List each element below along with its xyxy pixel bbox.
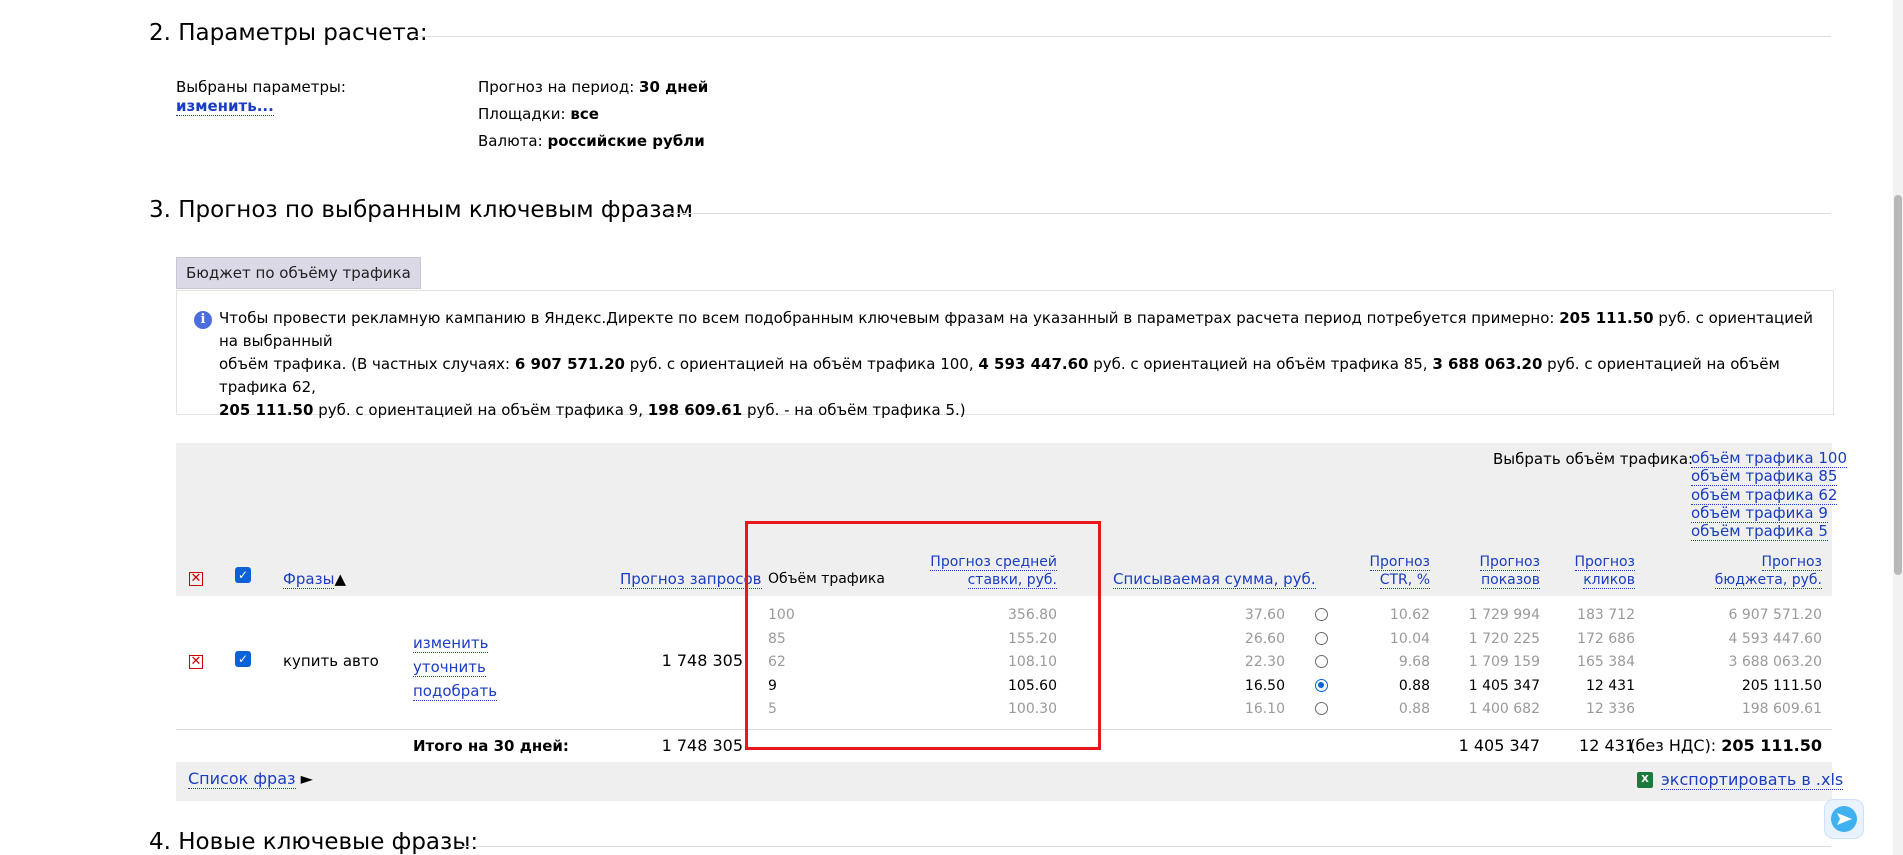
level-charged: 26.60 (1244, 630, 1285, 647)
level-budget: 205 111.50 (1741, 677, 1822, 694)
phrase-list-link[interactable]: Список фраз (188, 769, 296, 789)
level-shows: 1 709 159 (1468, 654, 1540, 671)
phrase-text: купить авто (283, 652, 379, 670)
chat-send-icon (1831, 806, 1857, 832)
phrase-requests: 1 748 305 (661, 651, 743, 670)
section-2-divider (414, 36, 1831, 37)
level-radio[interactable] (1315, 631, 1328, 645)
level-charged: 16.50 (1244, 677, 1285, 694)
delete-phrase-icon[interactable]: ✕ (189, 655, 203, 669)
traffic-option-100[interactable]: объём трафика 100 (1691, 449, 1848, 468)
section-2-title: 2. Параметры расчета: (149, 20, 428, 46)
info-text: Чтобы провести рекламную кампанию в Янде… (219, 309, 1813, 419)
phrase-refine-link[interactable]: уточнить (413, 658, 486, 677)
level-ctr: 9.68 (1398, 654, 1430, 671)
level-radio[interactable] (1315, 608, 1328, 621)
level-ctr: 0.88 (1398, 677, 1430, 694)
level-charged: 22.30 (1244, 654, 1285, 671)
param-period-label: Прогноз на период: (478, 78, 635, 96)
traffic-select-label: Выбрать объём трафика: (1493, 450, 1694, 468)
total-shows: 1 405 347 (1458, 736, 1540, 755)
expand-arrow-icon: ► (300, 769, 313, 788)
traffic-option-85[interactable]: объём трафика 85 (1691, 467, 1838, 487)
header-charged[interactable]: Списываемая сумма, руб. (1113, 570, 1316, 589)
phrase-actions: изменить уточнить подобрать (413, 631, 498, 703)
select-all-checkbox[interactable]: ✓ (235, 567, 251, 583)
level-clicks: 172 686 (1577, 630, 1635, 647)
total-requests: 1 748 305 (661, 736, 743, 755)
level-ctr: 10.62 (1389, 607, 1430, 623)
section-3-title: 3. Прогноз по выбранным ключевым фразам (149, 197, 693, 223)
info-icon: i (194, 311, 212, 329)
level-budget: 6 907 571.20 (1728, 607, 1822, 623)
param-platforms-label: Площадки: (478, 105, 566, 123)
section-3-divider (664, 213, 1831, 214)
traffic-highlight-box (745, 521, 1101, 750)
level-shows: 1 720 225 (1468, 630, 1540, 647)
level-clicks: 165 384 (1577, 654, 1635, 671)
level-shows: 1 729 994 (1468, 607, 1540, 623)
header-requests[interactable]: Прогноз запросов (620, 570, 762, 589)
traffic-option-62[interactable]: объём трафика 62 (1691, 485, 1838, 505)
header-clicks[interactable]: Прогноз кликов (1535, 553, 1635, 589)
param-period-value: 30 дней (639, 78, 709, 96)
level-budget: 3 688 063.20 (1728, 654, 1822, 671)
param-currency-value: российские рубли (547, 132, 705, 150)
tab-budget-by-traffic[interactable]: Бюджет по объёму трафика (176, 257, 421, 289)
section-4-title: 4. Новые ключевые фразы: (149, 829, 479, 855)
phrase-edit-link[interactable]: изменить (413, 634, 489, 653)
export-xls-link[interactable]: экспортировать в .xls (1661, 770, 1844, 790)
chat-assistant-button[interactable] (1824, 799, 1864, 839)
delete-all-icon[interactable]: ✕ (189, 572, 203, 586)
header-budget[interactable]: Прогноз бюджета, руб. (1660, 553, 1822, 589)
phrase-pick-link[interactable]: подобрать (413, 682, 498, 701)
phrase-list-toggle[interactable]: Список фраз ► (188, 769, 313, 789)
header-phrases[interactable]: Фразы▲ (283, 570, 346, 589)
level-budget: 4 593 447.60 (1728, 630, 1822, 647)
param-period: Прогноз на период: 30 дней (478, 78, 708, 96)
selected-params-label: Выбраны параметры: (176, 78, 346, 96)
level-clicks: 12 431 (1586, 677, 1635, 694)
level-clicks: 12 336 (1586, 701, 1635, 718)
level-ctr: 0.88 (1398, 701, 1430, 718)
param-currency: Валюта: российские рубли (478, 132, 705, 150)
level-shows: 1 405 347 (1468, 677, 1540, 694)
scrollbar-thumb[interactable] (1894, 195, 1902, 575)
excel-icon: X (1637, 772, 1653, 788)
header-shows[interactable]: Прогноз показов (1440, 553, 1540, 589)
level-ctr: 10.04 (1389, 630, 1430, 647)
level-radio[interactable] (1315, 678, 1328, 692)
level-clicks: 183 712 (1577, 607, 1635, 623)
level-budget: 198 609.61 (1741, 701, 1822, 718)
page-scrollbar[interactable] (1893, 0, 1903, 855)
sort-phrases-link[interactable]: Фразы (283, 570, 335, 589)
total-label: Итого на 30 дней: (413, 737, 569, 755)
level-charged: 37.60 (1244, 607, 1285, 623)
level-shows: 1 400 682 (1468, 701, 1540, 718)
section-4-divider (458, 846, 1831, 847)
param-platforms-value: все (570, 105, 599, 123)
phrase-checkbox[interactable]: ✓ (235, 651, 251, 667)
traffic-select-options: объём трафика 100 объём трафика 85 объём… (1691, 449, 1848, 542)
traffic-option-9[interactable]: объём трафика 9 (1691, 503, 1828, 523)
total-budget: (без НДС): 205 111.50 (1629, 736, 1822, 755)
header-ctr[interactable]: Прогноз CTR, % (1330, 553, 1430, 589)
sort-asc-icon: ▲ (334, 570, 346, 588)
level-charged: 16.10 (1244, 701, 1285, 718)
param-platforms: Площадки: все (478, 105, 599, 123)
param-currency-label: Валюта: (478, 132, 543, 150)
traffic-option-5[interactable]: объём трафика 5 (1691, 522, 1828, 542)
change-params-link[interactable]: изменить... (176, 97, 274, 116)
